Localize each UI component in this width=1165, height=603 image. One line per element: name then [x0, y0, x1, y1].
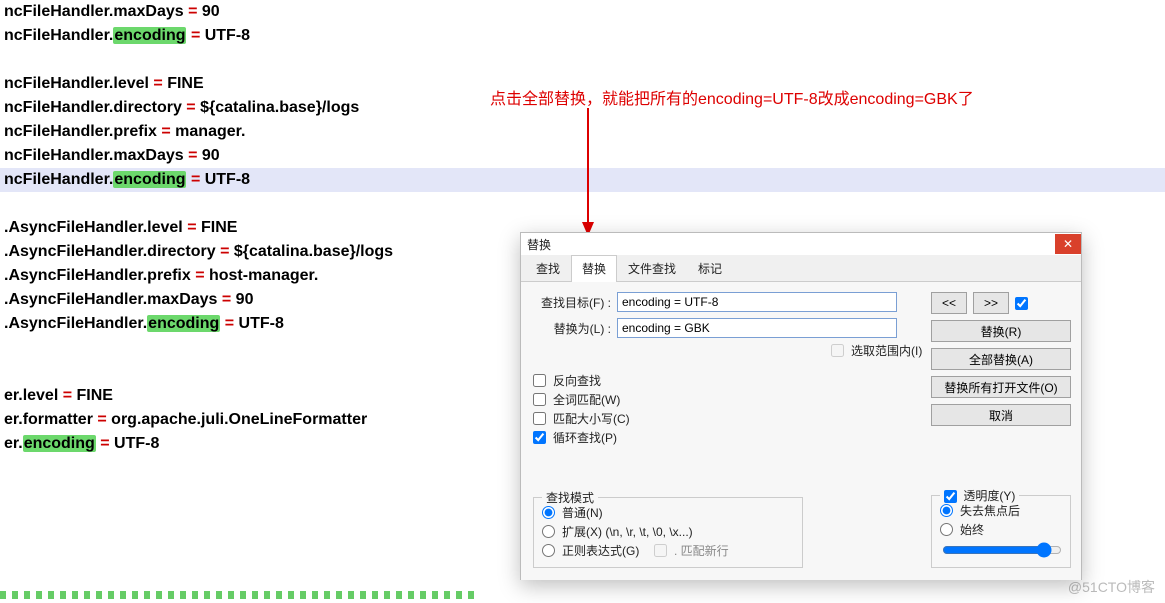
dialog-titlebar[interactable]: 替换 ✕	[521, 233, 1081, 255]
regex-newline-checkbox	[654, 544, 667, 557]
search-mode-title: 查找模式	[542, 489, 598, 506]
search-mode-group: 查找模式 普通(N) 扩展(X) (\n, \r, \t, \0, \x...)…	[533, 497, 803, 568]
mode-normal-radio[interactable]: 普通(N)	[542, 504, 794, 521]
find-label: 查找目标(F) :	[531, 294, 611, 311]
tab-2[interactable]: 文件查找	[617, 255, 687, 281]
dialog-title: 替换	[527, 236, 551, 253]
replace-all-button[interactable]: 全部替换(A)	[931, 348, 1071, 370]
tab-3[interactable]: 标记	[687, 255, 733, 281]
find-input[interactable]	[617, 292, 897, 312]
watermark: @51CTO博客	[1068, 577, 1155, 597]
transparency-slider[interactable]	[942, 542, 1062, 558]
wrap-toggle-checkbox[interactable]	[1015, 297, 1028, 310]
transparency-title[interactable]: 透明度(Y)	[940, 487, 1019, 504]
replace-button[interactable]: 替换(R)	[931, 320, 1071, 342]
replace-dialog: 替换 ✕ 查找替换文件查找标记 查找目标(F) : 替换为(L) : 选取范围内…	[520, 232, 1082, 580]
close-button[interactable]: ✕	[1055, 234, 1081, 254]
mode-regex-radio[interactable]: 正则表达式(G) . 匹配新行	[542, 542, 794, 559]
bottom-decoration	[0, 591, 480, 599]
find-prev-button[interactable]: <<	[931, 292, 967, 314]
replace-input[interactable]	[617, 318, 897, 338]
dialog-tabs: 查找替换文件查找标记	[521, 255, 1081, 282]
back-search-checkbox[interactable]: 反向查找	[533, 372, 733, 389]
whole-word-checkbox[interactable]: 全词匹配(W)	[533, 391, 733, 408]
replace-all-open-button[interactable]: 替换所有打开文件(O)	[931, 376, 1071, 398]
annotation-text: 点击全部替换，就能把所有的encoding=UTF-8改成encoding=GB…	[490, 85, 974, 109]
cancel-button[interactable]: 取消	[931, 404, 1071, 426]
annotation-arrow	[578, 108, 598, 238]
options-column: 反向查找 全词匹配(W) 匹配大小写(C) 循环查找(P)	[533, 372, 733, 448]
match-case-checkbox[interactable]: 匹配大小写(C)	[533, 410, 733, 427]
trans-always-radio[interactable]: 始终	[940, 521, 1062, 538]
transparency-checkbox[interactable]	[944, 490, 957, 503]
in-selection-checkbox[interactable]: 选取范围内(I)	[831, 342, 922, 359]
dialog-body: 查找目标(F) : 替换为(L) : 选取范围内(I) 反向查找 全词匹配(W)…	[521, 282, 1081, 580]
tab-0[interactable]: 查找	[525, 255, 571, 281]
editor-line[interactable]: ncFileHandler.maxDays = 90	[0, 0, 1165, 24]
transparency-group: 透明度(Y) 失去焦点后 始终	[931, 495, 1071, 568]
trans-onlose-radio[interactable]: 失去焦点后	[940, 502, 1062, 519]
close-icon: ✕	[1063, 237, 1073, 251]
replace-label: 替换为(L) :	[531, 320, 611, 337]
editor-line[interactable]	[0, 48, 1165, 72]
editor-line[interactable]: ncFileHandler.encoding = UTF-8	[0, 24, 1165, 48]
mode-extended-radio[interactable]: 扩展(X) (\n, \r, \t, \0, \x...)	[542, 523, 794, 540]
tab-1[interactable]: 替换	[571, 255, 617, 282]
find-next-button[interactable]: >>	[973, 292, 1009, 314]
button-column: << >> 替换(R) 全部替换(A) 替换所有打开文件(O) 取消	[931, 292, 1071, 426]
wrap-around-checkbox[interactable]: 循环查找(P)	[533, 429, 733, 446]
